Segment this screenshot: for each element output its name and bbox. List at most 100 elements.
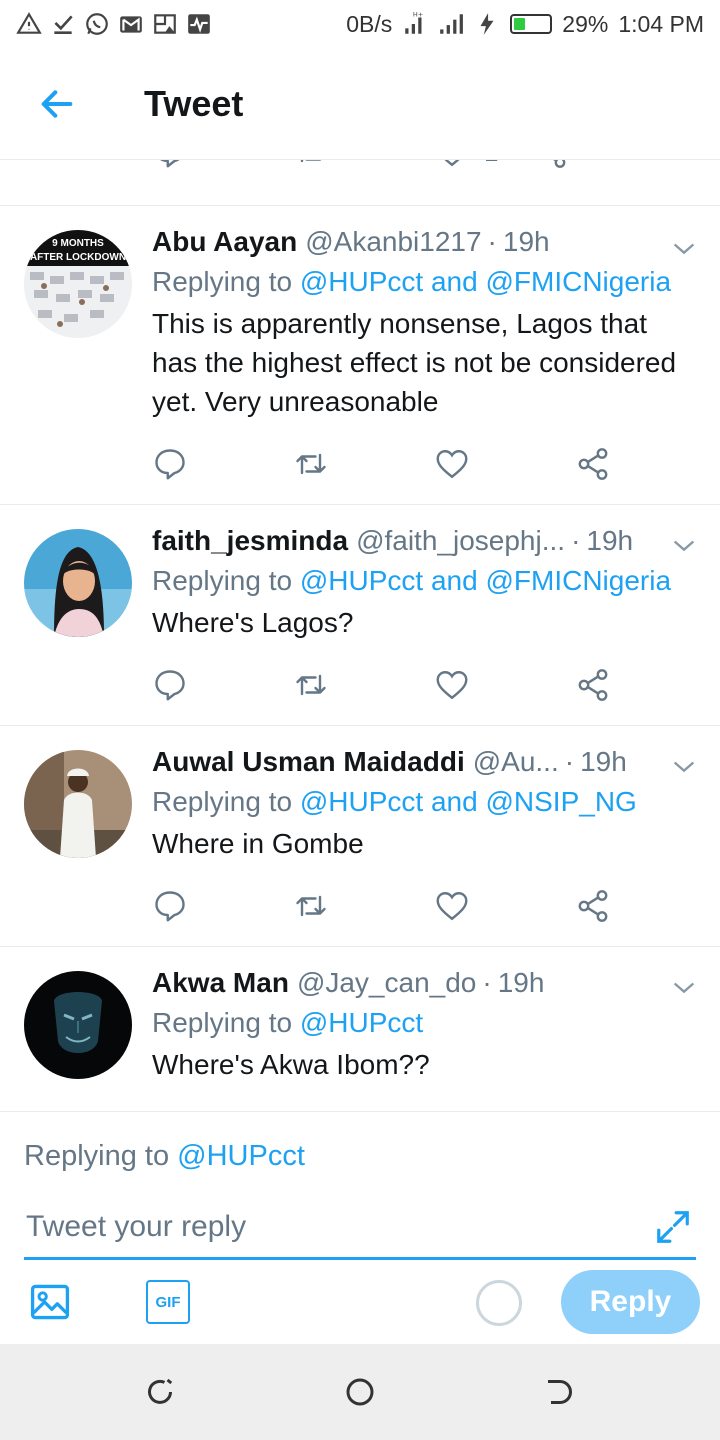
svg-text:AFTER LOCKDOWN: AFTER LOCKDOWN: [30, 252, 126, 263]
image-icon[interactable]: [28, 1280, 72, 1324]
tweet-reply[interactable]: Auwal Usman Maidaddi @Au... · 19h Replyi…: [0, 726, 720, 947]
separator-dot: ·: [564, 746, 575, 777]
author-name[interactable]: Akwa Man: [152, 963, 289, 1003]
share-icon[interactable]: [575, 446, 611, 482]
like-count: 1: [484, 160, 498, 168]
author-name[interactable]: Auwal Usman Maidaddi: [152, 742, 465, 782]
author-name[interactable]: Abu Aayan: [152, 222, 297, 262]
replying-mentions[interactable]: @HUPcct and @FMICNigeria: [300, 565, 671, 596]
tweet-text: Where's Akwa Ibom??: [152, 1049, 430, 1080]
tweet-time: 19h: [502, 226, 550, 257]
replying-mentions[interactable]: @HUPcct: [300, 1007, 423, 1038]
author-handle[interactable]: @Jay_can_do: [297, 963, 476, 1003]
like-icon[interactable]: [434, 160, 470, 170]
svg-text:9 MONTHS: 9 MONTHS: [52, 238, 104, 249]
reply-input[interactable]: [24, 1200, 696, 1254]
reply-input-wrapper: [24, 1200, 696, 1260]
tweet-body: Akwa Man @Jay_can_do · 19h Replying to @…: [152, 963, 696, 1084]
avatar-image: [24, 529, 132, 637]
expand-icon[interactable]: [654, 1208, 692, 1246]
replying-mentions[interactable]: @HUPcct and @FMICNigeria: [300, 266, 671, 297]
replying-to: Replying to @HUPcct and @FMICNigeria: [152, 262, 696, 302]
author-handle[interactable]: @Au...: [473, 742, 559, 782]
hplus-signal-icon: H+: [405, 11, 423, 34]
tweet-actions: [152, 667, 622, 703]
author-handle[interactable]: @Akanbi1217: [305, 222, 481, 262]
back-arrow-icon: [41, 89, 73, 118]
net-speed: 0B/s: [346, 10, 393, 37]
replying-mentions[interactable]: @HUPcct and @NSIP_NG: [300, 786, 637, 817]
like-icon[interactable]: [434, 667, 470, 703]
reply-button[interactable]: Reply: [561, 1270, 700, 1334]
reply-icon[interactable]: [152, 446, 188, 482]
download-done-icon: [54, 15, 73, 34]
replying-prefix: Replying to: [152, 565, 293, 596]
replying-prefix: Replying to: [152, 786, 293, 817]
share-icon[interactable]: [575, 888, 611, 924]
reply-icon[interactable]: [152, 888, 188, 924]
replying-prefix: Replying to: [152, 1007, 293, 1038]
avatar[interactable]: [24, 529, 132, 637]
character-counter-ring: [476, 1280, 522, 1326]
retweet-icon[interactable]: [293, 160, 329, 170]
tweet-actions: [152, 446, 622, 482]
tweet-time: 19h: [580, 746, 627, 777]
chevron-down-icon[interactable]: [670, 234, 698, 262]
tweet-reply[interactable]: faith_jesminda @faith_josephj... · 19h R…: [0, 505, 720, 726]
tweet-reply[interactable]: Akwa Man @Jay_can_do · 19h Replying to @…: [0, 947, 720, 1112]
avatar[interactable]: [24, 971, 132, 1079]
back-button[interactable]: [22, 69, 92, 139]
tweet-body: Abu Aayan @Akanbi1217 · 19h Replying to …: [152, 222, 696, 421]
retweet-icon[interactable]: [293, 446, 329, 482]
chevron-down-icon[interactable]: [670, 973, 698, 1001]
battery-fill: [514, 18, 526, 30]
chevron-down-icon[interactable]: [670, 752, 698, 780]
avatar-image: [24, 750, 132, 858]
avatar-image: [24, 971, 132, 1079]
like-icon[interactable]: [434, 446, 470, 482]
tweet-time: 19h: [497, 967, 545, 998]
author-name[interactable]: faith_jesminda: [152, 521, 348, 561]
separator-dot: ·: [482, 967, 492, 998]
recents-icon[interactable]: [142, 1374, 178, 1410]
tweet-meta: Abu Aayan @Akanbi1217 · 19h: [152, 222, 696, 262]
app-header: Tweet: [0, 48, 720, 160]
home-icon[interactable]: [342, 1374, 378, 1410]
tweet-text: This is apparently nonsense, Lagos that …: [152, 308, 677, 417]
gif-button[interactable]: GIF: [146, 1280, 190, 1324]
clock: 1:04 PM: [618, 10, 704, 37]
share-icon[interactable]: [575, 667, 611, 703]
tweet-meta: faith_jesminda @faith_josephj... · 19h: [152, 521, 696, 561]
replying-to: Replying to @HUPcct and @NSIP_NG: [152, 782, 696, 822]
separator-dot: ·: [487, 226, 497, 257]
warning-icon: [16, 12, 42, 34]
share-icon[interactable]: [533, 160, 569, 170]
retweet-icon[interactable]: [293, 667, 329, 703]
tweet-body: Auwal Usman Maidaddi @Au... · 19h Replyi…: [152, 742, 696, 863]
retweet-icon[interactable]: [293, 888, 329, 924]
replying-to: Replying to @HUPcct: [152, 1003, 696, 1043]
gmail-icon: [120, 16, 142, 33]
battery-icon: [510, 14, 553, 34]
system-nav-bar: [0, 1344, 720, 1440]
like-icon[interactable]: [434, 888, 470, 924]
whatsapp-icon: [86, 13, 108, 35]
gif-label: GIF: [155, 1293, 181, 1311]
reply-icon[interactable]: [152, 160, 188, 170]
reply-composer: Replying to @HUPcct GIF Reply: [0, 1112, 720, 1344]
author-handle[interactable]: @faith_josephj...: [356, 521, 565, 561]
avatar[interactable]: 9 MONTHS AFTER LOCKDOWN: [24, 230, 132, 338]
separator-dot: ·: [571, 525, 581, 556]
tweet-text: Where's Lagos?: [152, 607, 354, 638]
back-nav-icon[interactable]: [542, 1374, 578, 1410]
tweet-reply[interactable]: 9 MONTHS AFTER LOCKDOWN Abu Aayan @Akanb…: [0, 206, 720, 505]
avatar[interactable]: [24, 750, 132, 858]
composer-replying-mention[interactable]: @HUPcct: [177, 1140, 305, 1172]
tweet-actions: [152, 888, 622, 924]
reply-icon[interactable]: [152, 667, 188, 703]
tweet-time: 19h: [586, 525, 634, 556]
tweet-meta: Akwa Man @Jay_can_do · 19h: [152, 963, 696, 1003]
chevron-down-icon[interactable]: [670, 531, 698, 559]
composer-replying-to: Replying to @HUPcct: [24, 1140, 305, 1173]
svg-text:H+: H+: [413, 11, 423, 18]
